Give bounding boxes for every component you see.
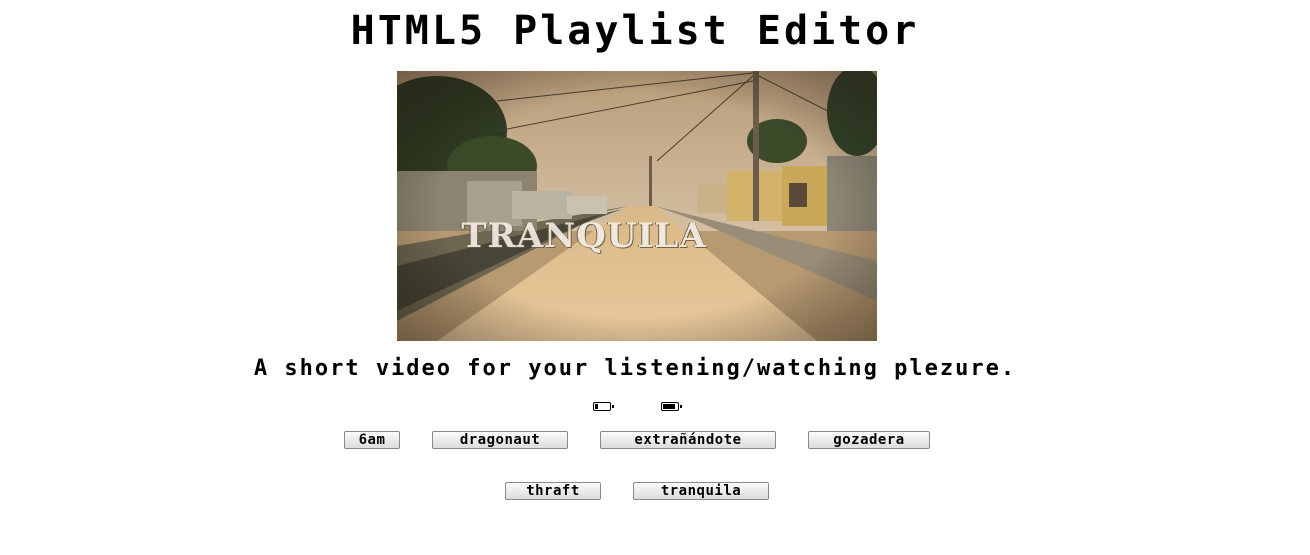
playlist-button-gozadera[interactable]: gozadera bbox=[808, 431, 930, 449]
playlist-button-dragonaut[interactable]: dragonaut bbox=[432, 431, 568, 449]
video-description: A short video for your listening/watchin… bbox=[253, 356, 1017, 381]
playlist-button-thraft[interactable]: thraft bbox=[505, 482, 601, 500]
battery-low-level bbox=[595, 404, 598, 409]
playlist-button-6am[interactable]: 6am bbox=[344, 431, 400, 449]
video-title-caption: TRANQUILA bbox=[461, 216, 707, 256]
playlist-button-tranquila[interactable]: tranquila bbox=[633, 482, 769, 500]
video-player[interactable]: TRANQUILA bbox=[397, 71, 877, 341]
battery-full-level bbox=[663, 404, 675, 409]
battery-low-icon[interactable] bbox=[593, 402, 614, 411]
page-title: HTML5 Playlist Editor bbox=[350, 8, 920, 54]
video-frame-image bbox=[397, 71, 877, 341]
battery-full-icon[interactable] bbox=[661, 402, 682, 411]
playlist-button-extranandote[interactable]: extrañándote bbox=[600, 431, 776, 449]
